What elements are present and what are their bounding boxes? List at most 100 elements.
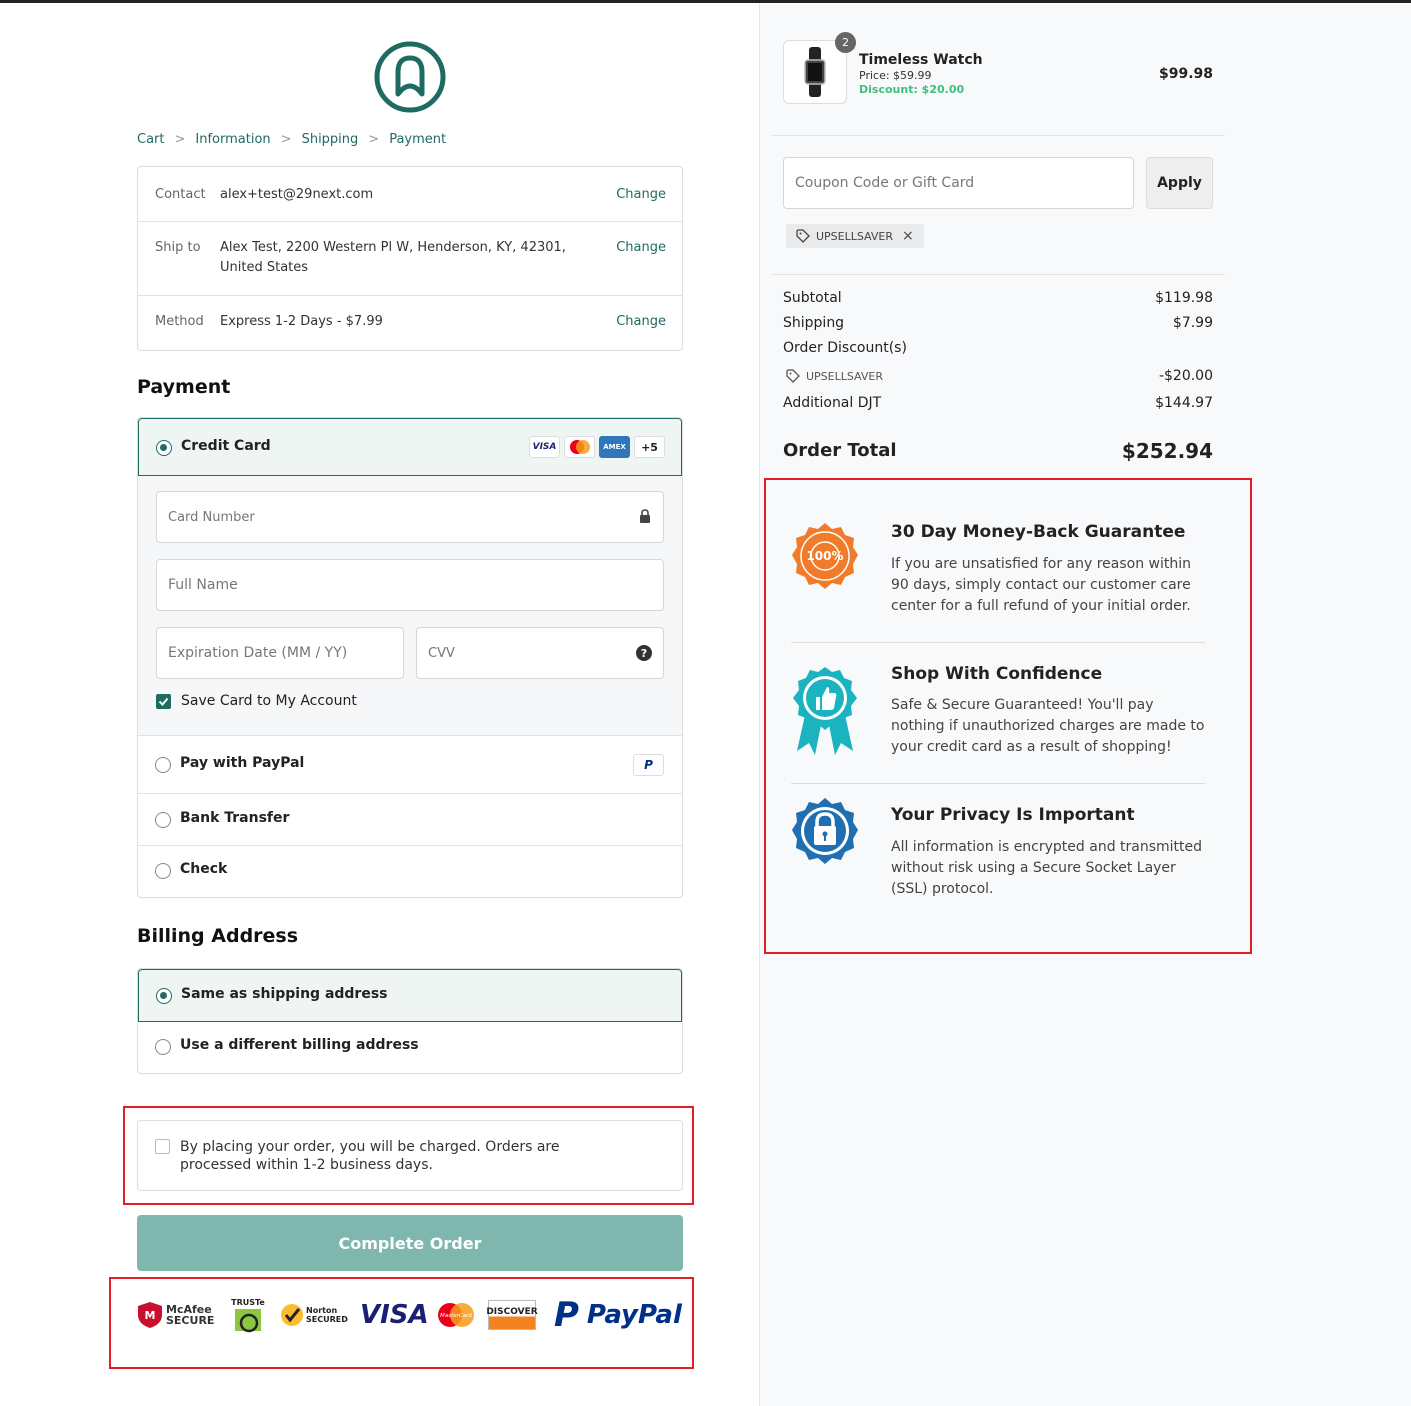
brand-logo[interactable] (373, 40, 447, 114)
svg-text:M: M (145, 1309, 156, 1322)
paypal-label: Pay with PayPal (180, 755, 305, 771)
apply-coupon-button[interactable]: Apply (1146, 157, 1213, 209)
bank-transfer-radio[interactable] (155, 812, 171, 828)
ship-to-label: Ship to (155, 240, 201, 255)
confidence-body: Safe & Secure Guaranteed! You'll pay not… (891, 697, 1205, 755)
bank-transfer-option[interactable]: Bank Transfer (138, 794, 682, 846)
change-contact-link[interactable]: Change (616, 187, 666, 202)
payment-methods: Credit Card VISA AMEX +5 Card Number Ful… (137, 417, 683, 898)
card-number-input[interactable]: Card Number (156, 491, 664, 543)
lock-icon (639, 509, 651, 528)
tag-icon (796, 229, 810, 243)
tag-icon (786, 369, 800, 383)
different-billing-radio[interactable] (155, 1039, 171, 1055)
mcafee-secure-badge: M McAfee SECURE (137, 1290, 216, 1340)
breadcrumb-information[interactable]: Information (195, 132, 270, 147)
privacy-title: Your Privacy Is Important (891, 805, 1135, 825)
subtotal-value: $119.98 (1155, 290, 1213, 306)
coupon-input[interactable]: Coupon Code or Gift Card (783, 157, 1134, 209)
product-line-total: $99.98 (1158, 66, 1213, 82)
svg-text:MasterCard: MasterCard (440, 1313, 472, 1319)
coupon-placeholder: Coupon Code or Gift Card (795, 175, 975, 191)
product-discount: Discount: $20.00 (859, 83, 965, 96)
credit-card-radio[interactable] (156, 440, 172, 456)
guarantee-body: If you are unsatisfied for any reason wi… (891, 556, 1192, 614)
norton-secured-badge: Norton SECURED (280, 1290, 348, 1340)
paypal-logo: P PayPal (554, 1295, 682, 1335)
product-name: Timeless Watch (859, 52, 983, 68)
order-discounts-label: Order Discount(s) (783, 340, 907, 356)
billing-heading: Billing Address (137, 925, 299, 947)
full-name-placeholder: Full Name (168, 577, 238, 593)
same-as-shipping-radio[interactable] (156, 988, 172, 1004)
different-billing-label: Use a different billing address (180, 1037, 419, 1053)
privacy-body: All information is encrypted and transmi… (891, 839, 1203, 897)
card-number-placeholder: Card Number (168, 509, 255, 525)
terms-box: By placing your order, you will be charg… (137, 1120, 683, 1191)
paypal-icon: P (633, 754, 664, 776)
money-back-badge-icon: 100% (792, 523, 858, 589)
save-card-checkbox[interactable] (156, 694, 171, 709)
breadcrumb-separator: > (368, 132, 380, 147)
guarantee-title: 30 Day Money-Back Guarantee (891, 522, 1186, 542)
method-row: Method Express 1-2 Days - $7.99 Change (138, 296, 682, 350)
cvv-placeholder: CVV (428, 645, 455, 661)
order-summary-review: Contact alex+test@29next.com Change Ship… (137, 166, 683, 351)
more-cards-badge: +5 (634, 436, 665, 458)
discount-amount: -$20.00 (1158, 368, 1213, 384)
applied-coupon-tag: UPSELLSAVER × (786, 224, 924, 248)
thumbs-up-badge-icon (793, 667, 857, 755)
change-method-link[interactable]: Change (616, 314, 666, 329)
same-as-shipping-option[interactable]: Same as shipping address (138, 969, 682, 1022)
remove-coupon-icon[interactable]: × (902, 228, 914, 244)
paypal-option[interactable]: Pay with PayPal P (138, 736, 682, 794)
full-name-input[interactable]: Full Name (156, 559, 664, 611)
credit-card-option[interactable]: Credit Card VISA AMEX +5 (138, 418, 682, 476)
ship-to-value: Alex Test, 2200 Western Pl W, Henderson,… (220, 240, 566, 275)
discover-logo: DISCOVER (486, 1290, 538, 1340)
quantity-badge: 2 (835, 32, 856, 53)
paypal-radio[interactable] (155, 757, 171, 773)
breadcrumb: Cart > Information > Shipping > Payment (137, 132, 446, 147)
save-card-label[interactable]: Save Card to My Account (181, 693, 357, 709)
credit-card-label: Credit Card (181, 438, 271, 454)
expiration-placeholder: Expiration Date (MM / YY) (168, 645, 348, 661)
terms-checkbox[interactable] (155, 1139, 170, 1154)
discount-code-row: UPSELLSAVER (786, 369, 883, 383)
breadcrumb-separator: > (280, 132, 292, 147)
discount-code: UPSELLSAVER (806, 369, 883, 383)
check-label: Check (180, 861, 228, 877)
mastercard-icon (564, 436, 595, 458)
visa-card-icon: VISA (529, 436, 560, 458)
divider (771, 274, 1225, 275)
breadcrumb-shipping[interactable]: Shipping (302, 132, 359, 147)
change-ship-to-link[interactable]: Change (616, 240, 666, 255)
check-radio[interactable] (155, 863, 171, 879)
cvv-help-icon[interactable]: ? (636, 645, 652, 661)
same-as-shipping-label: Same as shipping address (181, 986, 388, 1002)
expiration-date-input[interactable]: Expiration Date (MM / YY) (156, 627, 404, 679)
additional-value: $144.97 (1155, 395, 1213, 411)
complete-order-button[interactable]: Complete Order (137, 1215, 683, 1271)
watch-icon (804, 47, 826, 97)
breadcrumb-cart[interactable]: Cart (137, 132, 165, 147)
order-total-label: Order Total (783, 440, 897, 461)
privacy-lock-badge-icon (792, 798, 858, 864)
terms-text: By placing your order, you will be charg… (180, 1139, 560, 1173)
breadcrumb-separator: > (174, 132, 186, 147)
subtotal-label: Subtotal (783, 290, 842, 306)
mastercard-logo: MasterCard (435, 1290, 477, 1340)
contact-row: Contact alex+test@29next.com Change (138, 167, 682, 222)
shipping-label: Shipping (783, 315, 845, 331)
divider (791, 642, 1205, 643)
contact-value: alex+test@29next.com (220, 187, 374, 202)
check-option[interactable]: Check (138, 846, 682, 897)
shipping-value: $7.99 (1172, 315, 1213, 331)
confidence-title: Shop With Confidence (891, 664, 1103, 684)
different-billing-option[interactable]: Use a different billing address (138, 1022, 682, 1073)
truste-badge: TRUSTe (230, 1290, 266, 1340)
credit-card-form: Card Number Full Name Expiration Date (M… (138, 476, 682, 736)
visa-logo: VISA (360, 1300, 429, 1330)
cvv-input[interactable]: CVV ? (416, 627, 664, 679)
contact-label: Contact (155, 187, 206, 202)
